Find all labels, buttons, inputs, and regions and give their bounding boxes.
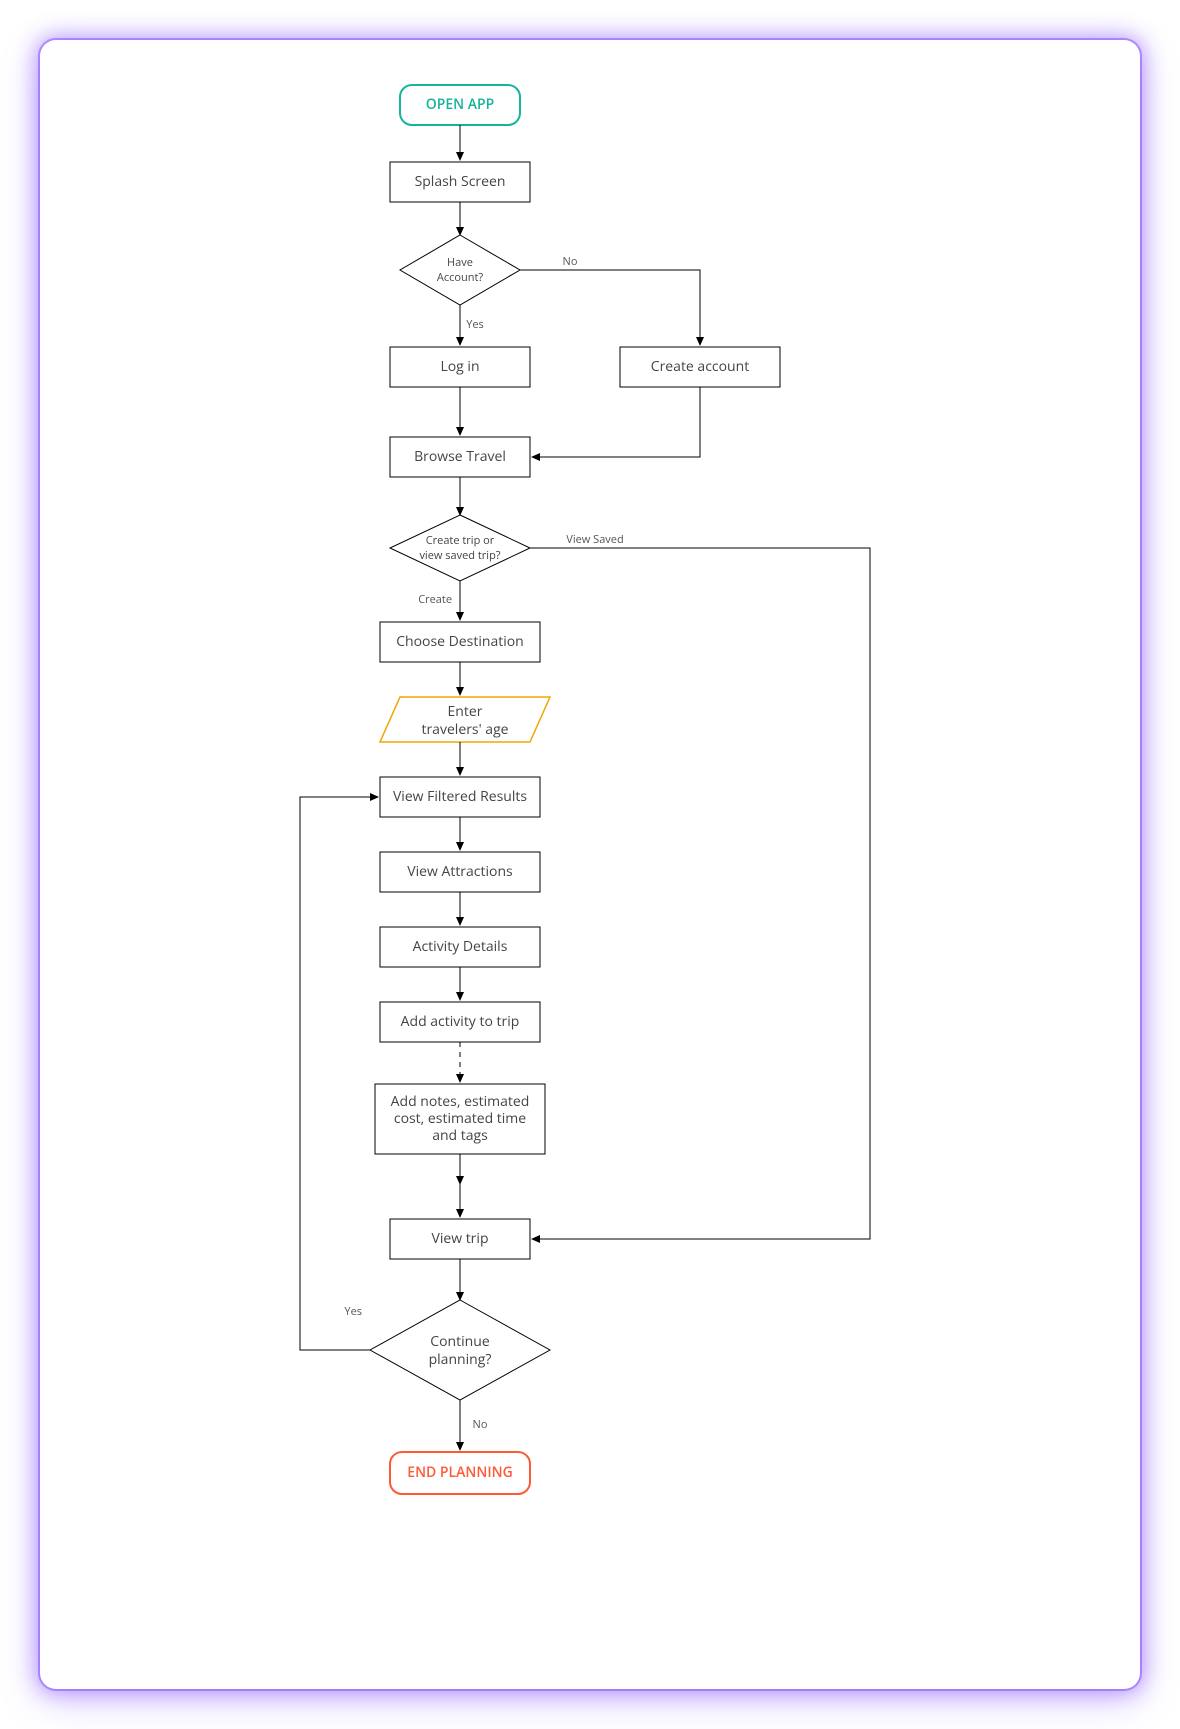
node-splash-screen: Splash Screen — [390, 162, 530, 202]
continue-yes-label: Yes — [344, 1304, 362, 1319]
browse-travel-label: Browse Travel — [414, 447, 506, 466]
choose-destination-label: Choose Destination — [396, 632, 524, 651]
edge-view-saved — [530, 548, 870, 1239]
enter-age-label-2: travelers' age — [421, 720, 508, 739]
create-or-view-label-1: Create trip or — [426, 533, 495, 548]
node-add-activity: Add activity to trip — [380, 1002, 540, 1042]
end-planning-label: END PLANNING — [407, 1463, 512, 1482]
view-filtered-label: View Filtered Results — [393, 787, 527, 806]
view-attractions-label: View Attractions — [407, 862, 513, 881]
node-enter-age: Enter travelers' age — [380, 697, 550, 742]
node-view-filtered: View Filtered Results — [380, 777, 540, 817]
have-account-label-2: Account? — [437, 270, 484, 285]
node-add-notes: Add notes, estimated cost, estimated tim… — [375, 1084, 545, 1154]
create-or-view-label-2: view saved trip? — [419, 548, 500, 563]
open-app-label: OPEN APP — [426, 95, 495, 114]
edge-continue-yes-loop — [300, 797, 378, 1350]
activity-details-label: Activity Details — [413, 937, 508, 956]
canvas: OPEN APP Splash Screen Have Account? Yes… — [0, 0, 1180, 1729]
log-in-label: Log in — [440, 357, 479, 376]
create-label: Create — [418, 592, 452, 607]
edge-create-browse — [532, 387, 700, 457]
have-no-label: No — [563, 254, 578, 269]
node-continue-planning: Continue planning? — [370, 1300, 550, 1400]
node-open-app: OPEN APP — [400, 85, 520, 125]
node-choose-destination: Choose Destination — [380, 622, 540, 662]
node-end-planning: END PLANNING — [390, 1452, 530, 1494]
edge-have-no — [520, 270, 700, 345]
add-activity-label: Add activity to trip — [401, 1012, 520, 1031]
continue-label-2: planning? — [429, 1350, 492, 1369]
node-create-account: Create account — [620, 347, 780, 387]
node-browse-travel: Browse Travel — [390, 437, 530, 477]
node-activity-details: Activity Details — [380, 927, 540, 967]
node-create-or-view: Create trip or view saved trip? — [390, 515, 530, 581]
continue-no-label: No — [473, 1417, 488, 1432]
view-trip-label: View trip — [431, 1229, 488, 1248]
view-saved-label: View Saved — [566, 532, 623, 547]
node-view-attractions: View Attractions — [380, 852, 540, 892]
create-account-label: Create account — [651, 357, 749, 376]
node-view-trip: View trip — [390, 1219, 530, 1259]
enter-age-label-1: Enter — [448, 702, 483, 721]
have-account-label-1: Have — [447, 255, 473, 270]
continue-label-1: Continue — [430, 1332, 490, 1351]
node-have-account: Have Account? — [400, 235, 520, 305]
add-notes-label-3: and tags — [432, 1126, 488, 1145]
flowchart-svg: OPEN APP Splash Screen Have Account? Yes… — [40, 40, 1140, 1689]
splash-label: Splash Screen — [415, 172, 506, 191]
flowchart-card: OPEN APP Splash Screen Have Account? Yes… — [40, 40, 1140, 1689]
node-log-in: Log in — [390, 347, 530, 387]
have-yes-label: Yes — [466, 317, 484, 332]
